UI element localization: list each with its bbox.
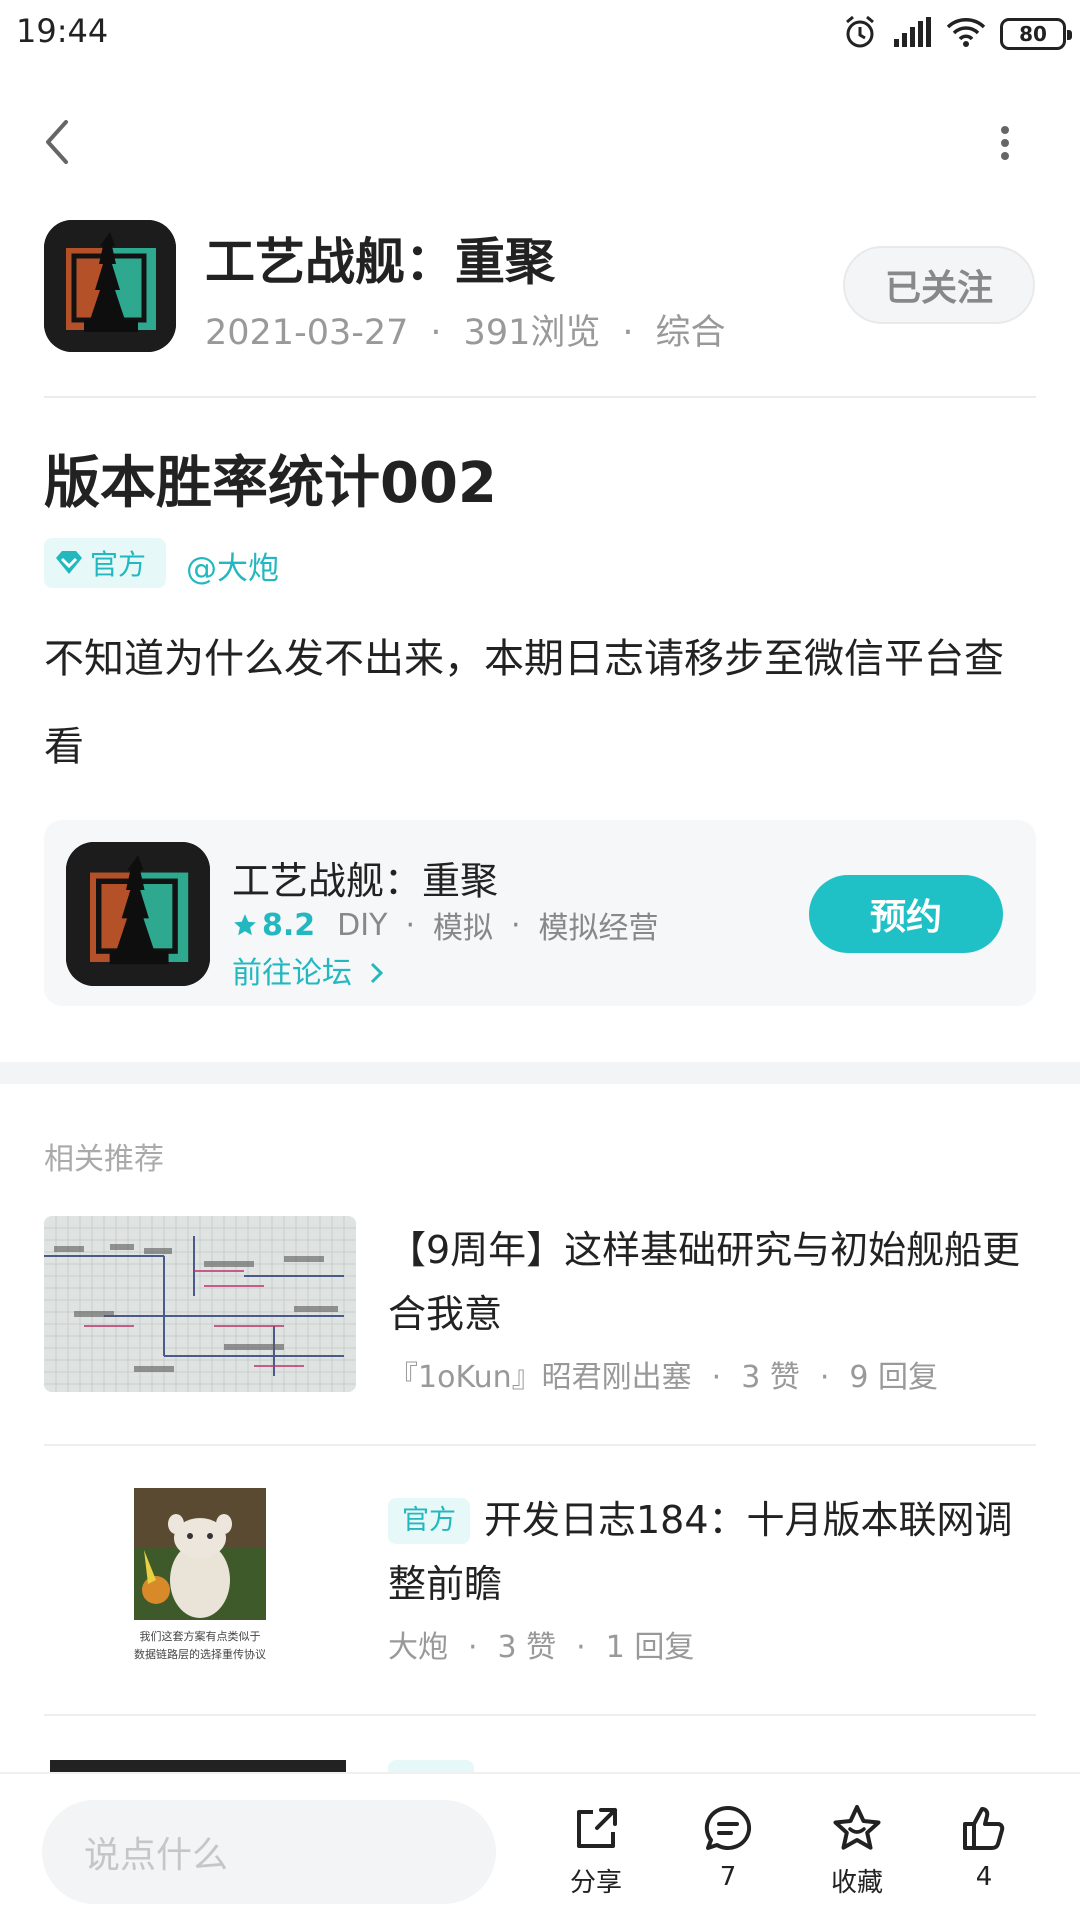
view-count: 391浏览: [463, 313, 601, 353]
related-meta: 大炮 · 3 赞 · 1 回复: [388, 1622, 694, 1666]
reserve-button[interactable]: 预约: [809, 875, 1003, 953]
battery-indicator: 80: [1000, 18, 1072, 50]
app-title[interactable]: 工艺战舰：重聚: [205, 222, 555, 294]
thumbnail-caption: 数据链路层的选择重传协议: [134, 1648, 266, 1661]
related-title[interactable]: 【9周年】这样基础研究与初始舰船更合我意: [388, 1218, 1028, 1346]
official-badge: 官方: [44, 538, 166, 588]
author-mention[interactable]: @大炮: [186, 543, 279, 588]
related-replies: 1 回复: [605, 1630, 695, 1665]
official-badge: 官方: [388, 1498, 470, 1544]
alarm-icon: [842, 14, 878, 54]
thumbnail-caption: 我们这套方案有点类似于: [139, 1630, 261, 1643]
star-outline-icon: [833, 1805, 881, 1850]
chevron-left-icon: [46, 120, 68, 164]
related-replies: 9 回复: [849, 1360, 938, 1395]
grid-diagram-image: [44, 1216, 356, 1392]
like-count: 4: [975, 1862, 993, 1892]
comment-input[interactable]: 说点什么: [42, 1800, 496, 1904]
category-label: 综合: [655, 313, 726, 353]
separator-dot: ·: [819, 1360, 830, 1395]
comment-button[interactable]: 7: [688, 1802, 768, 1892]
separator-dot: ·: [430, 313, 442, 353]
official-badge-label: 官方: [90, 548, 147, 581]
app-icon[interactable]: [44, 220, 176, 352]
comment-count: 7: [719, 1862, 737, 1892]
status-bar: 19:44 80: [0, 0, 1080, 66]
related-author: 『1oKun』昭君刚出塞: [388, 1360, 692, 1395]
game-logo-icon: [66, 842, 210, 986]
post-date: 2021-03-27: [205, 313, 409, 353]
bottom-action-bar: 说点什么 分享 7 收藏 4: [0, 1772, 1080, 1920]
post-body: 不知道为什么发不出来，本期日志请移步至微信平台查看: [44, 636, 1004, 770]
related-likes: 3 赞: [497, 1630, 557, 1665]
game-card-icon: [66, 842, 210, 986]
follow-button[interactable]: 已关注: [843, 246, 1035, 324]
star-icon: [234, 914, 256, 936]
forum-link[interactable]: 前往论坛: [232, 948, 386, 992]
separator-dot: ·: [711, 1360, 722, 1395]
related-title-text: 开发日志184：十月版本联网调整前瞻: [388, 1498, 1013, 1606]
diamond-icon: [56, 551, 82, 574]
back-button[interactable]: [34, 112, 84, 172]
chevron-right-icon: [370, 962, 383, 984]
comment-icon: [704, 1805, 752, 1850]
post-title: 版本胜率统计002: [44, 451, 497, 516]
related-author: 大炮: [388, 1630, 448, 1665]
related-likes: 3 赞: [741, 1360, 800, 1395]
separator-dot: ·: [468, 1630, 478, 1665]
forum-link-label: 前往论坛: [232, 956, 352, 991]
official-badge-partial: [388, 1760, 474, 1772]
game-tag: 模拟: [432, 911, 493, 946]
related-thumbnail-partial[interactable]: [50, 1760, 346, 1772]
share-button[interactable]: 分享: [556, 1802, 636, 1899]
favorite-label: 收藏: [830, 1868, 883, 1898]
status-time: 19:44: [16, 12, 109, 50]
wifi-icon: [946, 16, 986, 52]
favorite-button[interactable]: 收藏: [817, 1802, 897, 1899]
section-separator: [0, 1062, 1080, 1084]
divider: [44, 396, 1036, 398]
related-header: 相关推荐: [44, 1142, 164, 1177]
divider: [44, 1444, 1036, 1446]
separator-dot: ·: [405, 907, 415, 943]
divider: [44, 1714, 1036, 1716]
app-meta: 2021-03-27 · 391浏览 · 综合: [205, 304, 726, 355]
signal-icon: [892, 17, 932, 51]
like-button[interactable]: 4: [944, 1802, 1024, 1892]
related-thumbnail[interactable]: [44, 1216, 356, 1392]
more-vertical-icon: [1001, 126, 1009, 160]
related-title[interactable]: 官方 开发日志184：十月版本联网调整前瞻: [388, 1488, 1028, 1616]
separator-dot: ·: [576, 1630, 586, 1665]
thumbs-up-icon: [963, 1807, 1005, 1850]
related-meta: 『1oKun』昭君刚出塞 · 3 赞 · 9 回复: [388, 1352, 938, 1396]
game-logo-icon: [44, 220, 176, 352]
more-options-button[interactable]: [990, 118, 1020, 168]
status-icons: 80: [842, 14, 1072, 54]
game-card[interactable]: 工艺战舰：重聚 8.2 DIY · 模拟 · 模拟经营 前往论坛 预约: [44, 820, 1036, 1006]
game-tag: 模拟经营: [538, 911, 659, 946]
game-tag: DIY: [337, 907, 388, 943]
share-icon: [577, 1808, 617, 1848]
character-image: [134, 1488, 266, 1620]
game-rating: 8.2: [262, 907, 316, 943]
share-label: 分享: [569, 1868, 622, 1898]
game-card-name: 工艺战舰：重聚: [232, 859, 499, 903]
separator-dot: ·: [622, 313, 634, 353]
separator-dot: ·: [510, 907, 521, 943]
game-card-meta: 8.2 DIY · 模拟 · 模拟经营: [232, 903, 659, 947]
related-thumbnail[interactable]: 我们这套方案有点类似于 数据链路层的选择重传协议: [44, 1480, 356, 1670]
